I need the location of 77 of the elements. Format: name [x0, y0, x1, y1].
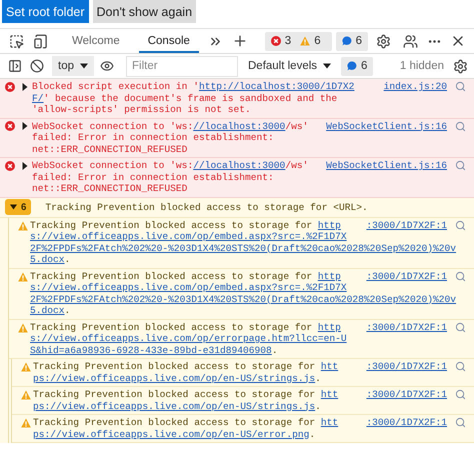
url-link[interactable]: htt [320, 389, 338, 400]
url-link[interactable]: htt [320, 361, 338, 372]
source-link[interactable]: :3000/1D7X2F:1 [366, 322, 447, 333]
source-link[interactable]: :3000/1D7X2F:1 [366, 270, 447, 282]
source-link[interactable]: WebSocketClient.js:16 [326, 120, 447, 132]
url-link[interactable]: s://view.officeapps.live.com/op/errorpage.htm?llcc=en-U [30, 333, 347, 344]
url-link[interactable]: s://view.officeapps.live.com/op/embed.aspx?src=.%2F1D7X [30, 282, 347, 293]
url-link[interactable]: S&hid=a6a98936-6928-433e-89bd-e31d89406908 [30, 344, 272, 356]
dropdown-caret-icon [323, 63, 332, 69]
group-message: Tracking Prevention blocked access to storage for <URL>. [45, 202, 368, 212]
search-icon[interactable] [455, 160, 466, 172]
warning-icon [21, 362, 31, 372]
warning-message: Tracking Prevention blocked access to storage for htt ps://view.officeapps.live.com/op/en-US/strings.js. [33, 389, 340, 412]
warning-icon [18, 322, 28, 332]
message-icon [342, 36, 352, 46]
url-link[interactable]: s://view.officeapps.live.com/op/embed.aspx?src=.%2F1D7X [30, 231, 347, 242]
set-root-folder-button[interactable]: Set root folder [2, 0, 89, 23]
warning-message: Tracking Prevention blocked access to storage for htt ps://view.officeapps.live.com/op/en-US/error.png. [33, 417, 340, 440]
source-link[interactable]: :3000/1D7X2F:1 [366, 220, 447, 231]
filter-field[interactable]: Filter [126, 56, 238, 76]
search-icon[interactable] [455, 120, 466, 132]
url-link[interactable]: 5.docx [30, 305, 65, 316]
source-link[interactable]: :3000/1D7X2F:1 [366, 417, 447, 428]
warning-icon [300, 36, 310, 46]
error-icon [5, 82, 15, 92]
dropdown-caret-icon [80, 63, 88, 69]
url-link[interactable]: http [318, 322, 341, 332]
tab[interactable]: Console [138, 29, 199, 53]
error-icon [270, 36, 281, 46]
url-link[interactable]: 5.docx [30, 254, 65, 265]
url-link[interactable]: http [318, 220, 341, 230]
warning-icon [18, 220, 28, 230]
caret-icon[interactable] [22, 162, 28, 170]
caret-icon[interactable] [22, 122, 28, 130]
url-link[interactable]: 2F%2FPDFs%2FAtch%202%20-%203D1X4%20STS%20(Draft%20cao%2028%20Sep%2020)%20v [30, 294, 456, 304]
error-icon [5, 121, 15, 132]
search-icon[interactable] [455, 270, 466, 282]
messages-count-button[interactable]: 6 [336, 32, 368, 50]
warning-icon [21, 418, 31, 428]
source-link[interactable]: :3000/1D7X2F:1 [366, 389, 447, 400]
context-select[interactable]: top [52, 56, 94, 76]
url-link[interactable]: //localhost:3000 [193, 160, 286, 171]
search-icon[interactable] [455, 322, 466, 333]
url-link[interactable]: //localhost:3000 [193, 120, 286, 132]
issues-count-button[interactable]: 3 6 [264, 32, 332, 50]
source-link[interactable]: index.js:20 [384, 81, 447, 92]
url-link[interactable]: ps://view.officeapps.live.com/op/en-US/strings.js [33, 372, 316, 384]
url-link[interactable]: 2F%2FPDFs%2FAtch%202%20-%203D1X4%20STS%20(Draft%20cao%2028%20Sep%2020)%20v [30, 242, 456, 254]
warning-message: Tracking Prevention blocked access to storage for htt ps://view.officeapps.live.com/op/en-US/strings.js. [33, 361, 340, 384]
search-icon[interactable] [455, 389, 466, 400]
search-icon[interactable] [455, 220, 466, 231]
warning-icon [18, 272, 28, 282]
url-link[interactable]: htt [320, 417, 338, 428]
warning-icon [21, 390, 31, 400]
search-icon[interactable] [455, 417, 466, 428]
source-link[interactable]: WebSocketClient.js:16 [326, 160, 447, 172]
url-link[interactable]: ps://view.officeapps.live.com/op/en-US/strings.js [33, 400, 316, 412]
error-message: WebSocket connection to 'ws://localhost:3000/ws' failed: Error in connection establishment: net::ERR_CONNECTION_REFUSED [32, 160, 308, 194]
dismiss-button[interactable]: Don't show again [92, 0, 196, 23]
error-icon [5, 160, 15, 171]
url-link[interactable]: ps://view.officeapps.live.com/op/en-US/error.png [33, 428, 310, 440]
messages-count-button[interactable]: 6 [341, 56, 374, 76]
search-icon[interactable] [455, 361, 466, 372]
message-icon [347, 61, 358, 71]
tab[interactable]: Welcome [63, 29, 129, 53]
error-message: WebSocket connection to 'ws://localhost:3000/ws' failed: Error in connection establishment: net::ERR_CONNECTION_REFUSED [32, 120, 308, 155]
warning-message: Tracking Prevention blocked access to storage for http s://view.officeapps.live.com/op/errorpage.htm?llcc=en-U S&hid=a6a98936-6928-433e-89bd-e31d89406908. [30, 322, 348, 356]
levels-select[interactable]: Default levels [242, 56, 338, 76]
url-link[interactable]: http [318, 270, 341, 282]
hidden-count: 1 hidden [400, 60, 444, 72]
url-link[interactable]: http://localhost:3000/1D7X2 [198, 81, 354, 92]
search-icon[interactable] [455, 81, 466, 92]
source-link[interactable]: :3000/1D7X2F:1 [366, 361, 447, 372]
error-message: Blocked script execution in 'http://localhost:3000/1D7X2 F/' because the document's frame is sandboxed and the 'allow-scripts' permission is not set. [32, 81, 354, 116]
url-link[interactable]: F/ [32, 92, 44, 104]
caret-icon[interactable] [22, 82, 28, 91]
group-count-badge[interactable]: 6 [5, 199, 32, 215]
